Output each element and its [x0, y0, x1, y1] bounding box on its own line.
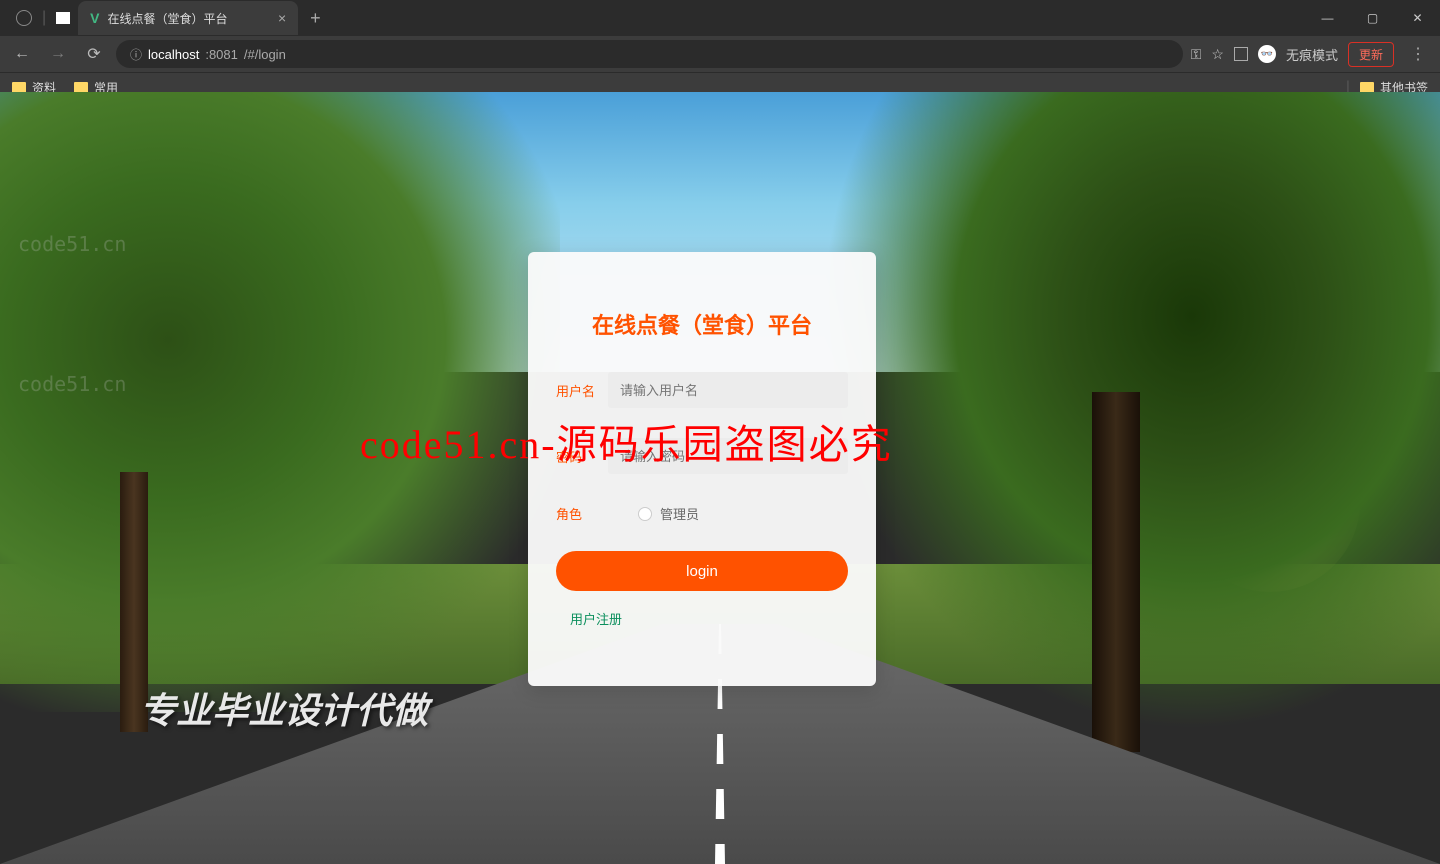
- login-title: 在线点餐（堂食）平台: [556, 308, 848, 340]
- register-link[interactable]: 用户注册: [556, 609, 848, 628]
- minimize-icon[interactable]: —: [1305, 3, 1350, 33]
- watermark-center: code51.cn-源码乐园盗图必究: [360, 412, 893, 470]
- page-content: code51.cn code51.cn 在线点餐（堂食）平台 用户名 密码 角色…: [0, 92, 1440, 864]
- toolbar-right: ⚿ ☆ 👓 无痕模式 更新 ⋮: [1191, 42, 1432, 67]
- maximize-icon[interactable]: ▢: [1350, 3, 1395, 33]
- url-input[interactable]: ⓘ localhost :8081 /#/login: [116, 40, 1183, 68]
- close-window-icon[interactable]: ✕: [1395, 3, 1440, 33]
- reload-icon[interactable]: ⟳: [80, 44, 108, 64]
- username-label: 用户名: [556, 381, 608, 400]
- update-button[interactable]: 更新: [1348, 42, 1394, 67]
- key-icon[interactable]: ⚿: [1191, 46, 1202, 63]
- radio-icon: [638, 507, 652, 521]
- new-tab-button[interactable]: +: [298, 8, 333, 29]
- url-port: :8081: [205, 47, 238, 62]
- login-button[interactable]: login: [556, 551, 848, 591]
- watermark-faint: code51.cn: [18, 232, 126, 256]
- watermark-faint: code51.cn: [18, 372, 126, 396]
- separator: |: [42, 9, 46, 27]
- tab-pre-icons: |: [8, 9, 78, 27]
- incognito-label: 无痕模式: [1286, 45, 1338, 64]
- browser-tab-active[interactable]: V 在线点餐（堂食）平台 ×: [78, 1, 298, 35]
- extension-icon[interactable]: [1234, 47, 1248, 61]
- username-input[interactable]: [608, 372, 848, 408]
- role-option-admin[interactable]: 管理员: [638, 504, 699, 523]
- globe-icon[interactable]: [16, 10, 32, 26]
- menu-icon[interactable]: ⋮: [1404, 44, 1432, 64]
- vue-icon: V: [90, 10, 99, 26]
- page-icon[interactable]: [56, 12, 70, 24]
- bookmark-star-icon[interactable]: ☆: [1211, 46, 1224, 63]
- tab-bar: | V 在线点餐（堂食）平台 × + — ▢ ✕: [0, 0, 1440, 36]
- browser-chrome: | V 在线点餐（堂食）平台 × + — ▢ ✕ ← → ⟳ ⓘ localho…: [0, 0, 1440, 92]
- forward-icon[interactable]: →: [44, 45, 72, 63]
- url-host: localhost: [148, 47, 199, 62]
- watermark-bottom: 专业毕业设计代做: [140, 682, 428, 734]
- incognito-icon: 👓: [1258, 45, 1276, 63]
- role-option-label: 管理员: [660, 504, 699, 523]
- role-label: 角色: [556, 504, 608, 523]
- info-icon: ⓘ: [130, 46, 142, 63]
- address-bar: ← → ⟳ ⓘ localhost :8081 /#/login ⚿ ☆ 👓 无痕模…: [0, 36, 1440, 72]
- back-icon[interactable]: ←: [8, 45, 36, 63]
- close-icon[interactable]: ×: [278, 10, 286, 26]
- tab-title: 在线点餐（堂食）平台: [108, 10, 228, 27]
- role-row: 角色 管理员: [556, 504, 848, 523]
- url-path: /#/login: [244, 47, 286, 62]
- username-row: 用户名: [556, 372, 848, 408]
